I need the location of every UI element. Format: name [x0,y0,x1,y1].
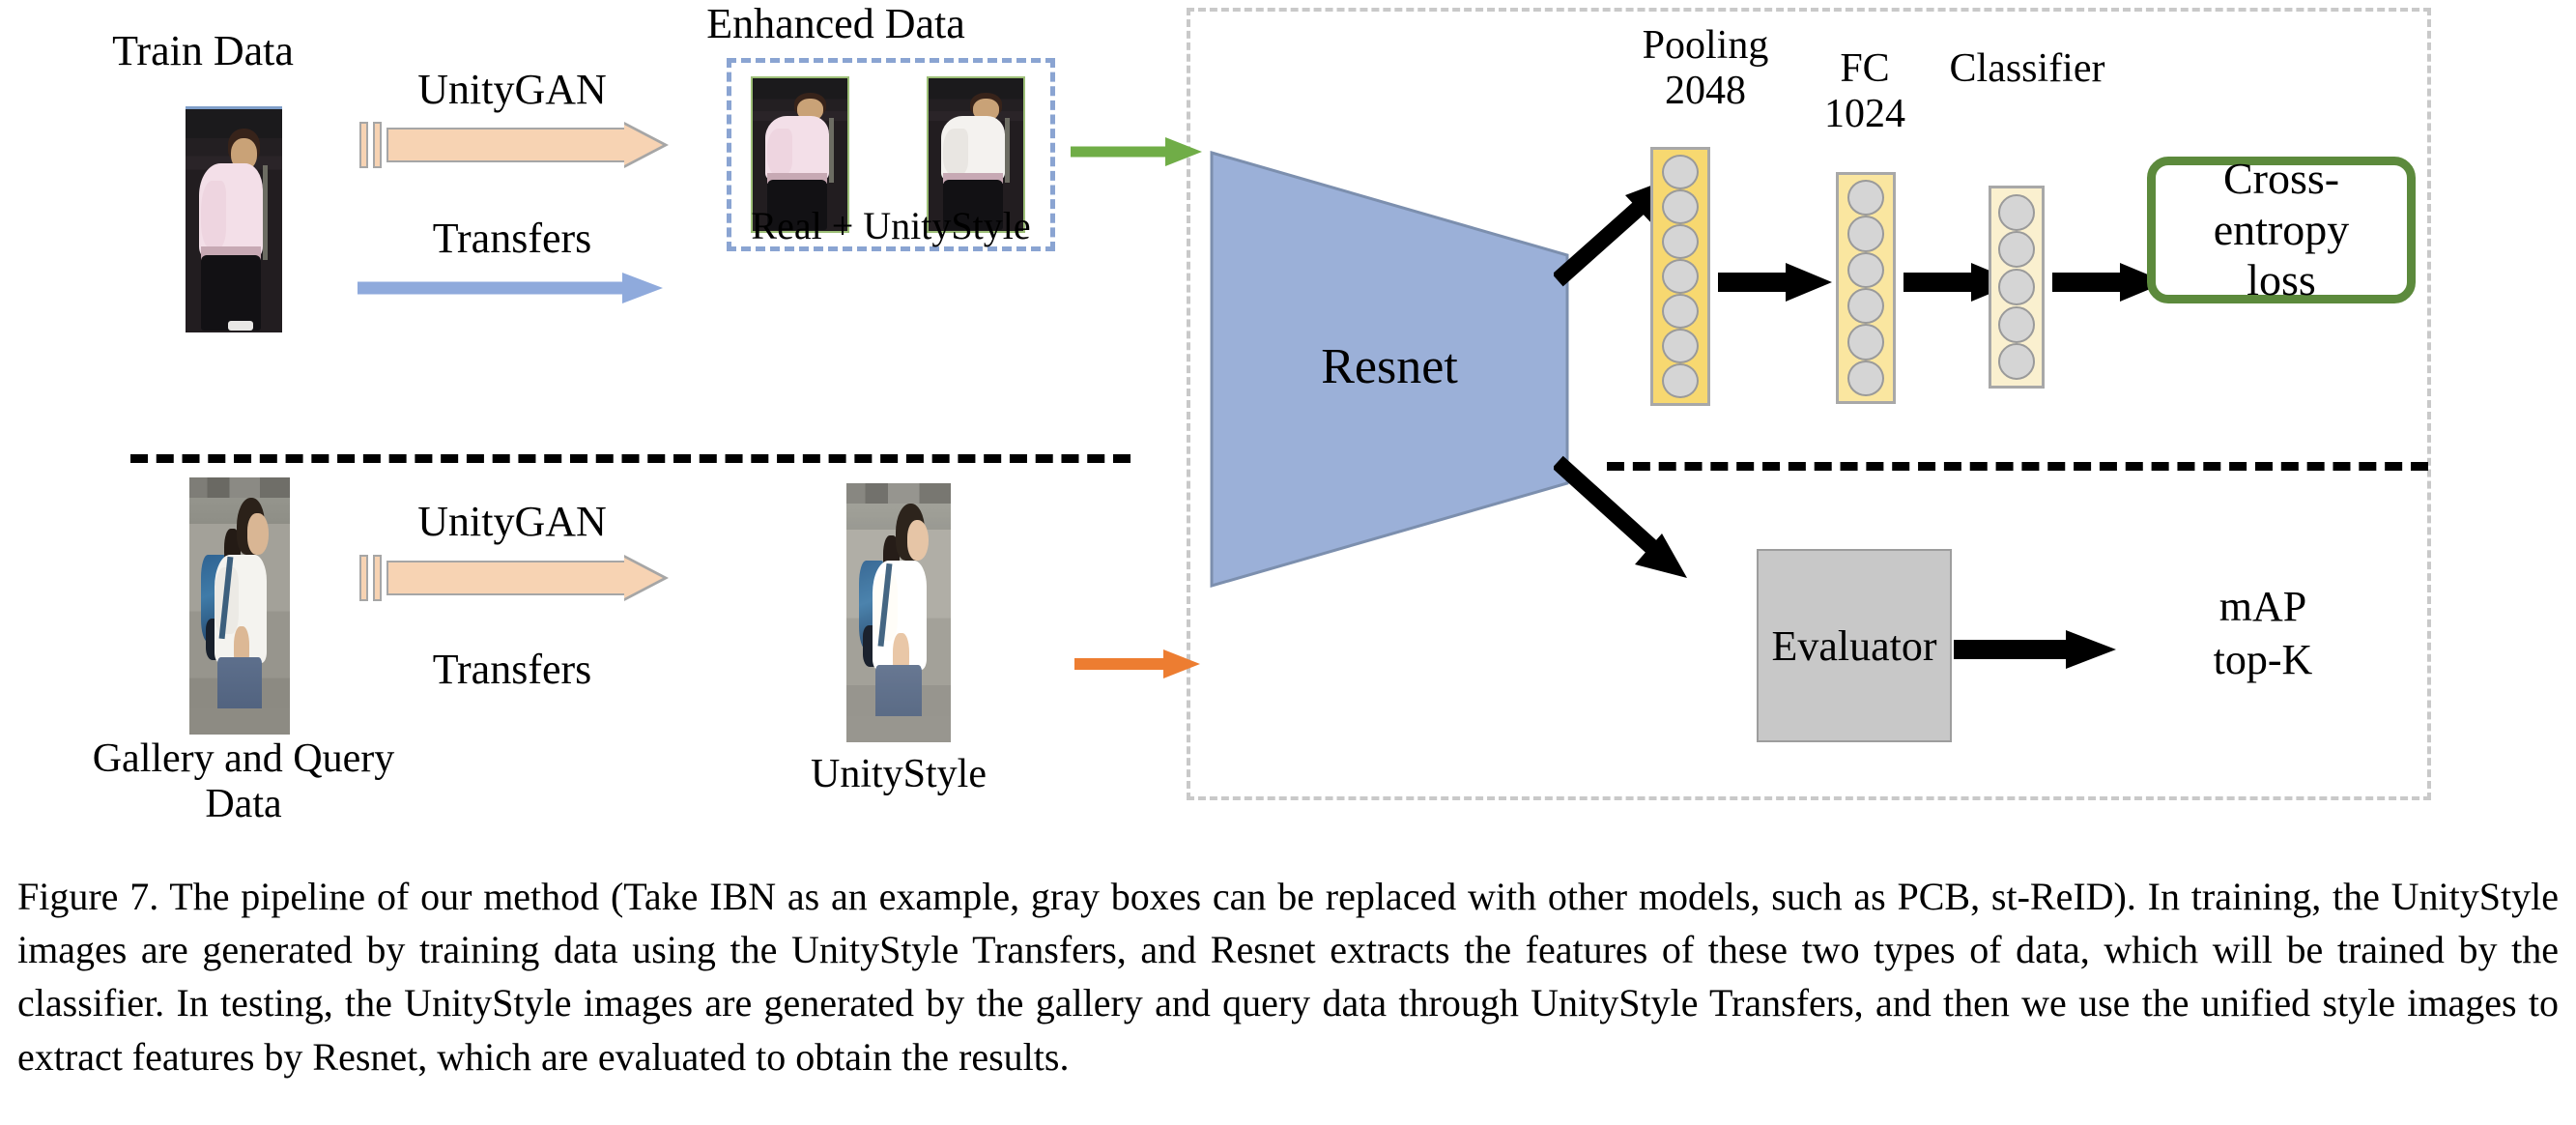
evaluator-to-metrics-arrow-icon [1954,630,2116,669]
figure-canvas: Train Data UnityGAN Transfers Enhanced D… [0,0,2576,1125]
pooling-layer-column [1650,147,1710,406]
evaluator-label: Evaluator [1771,621,1937,670]
train-data-image [186,106,282,332]
unitystyle-image [846,483,951,742]
test-unitygan-transfer-arrow-icon [359,555,669,601]
pooling-node [1662,155,1699,189]
classifier-layer-title: Classifier [1949,46,2105,91]
cross-entropy-loss-label: Cross-entropy loss [2213,154,2350,305]
train-transfer-top-label: UnityGAN [417,66,607,113]
fc-node [1847,324,1884,361]
classifier-node [1998,268,2035,305]
cross-entropy-loss-box: Cross-entropy loss [2147,154,2416,305]
fc-node [1847,251,1884,288]
pooling-node [1662,329,1699,363]
train-data-label: Train Data [112,27,294,74]
classifier-layer-column [1989,186,2045,389]
classifier-node [1998,231,2035,269]
pooling-to-fc-arrow-icon [1718,263,1832,302]
pooling-node [1662,189,1699,224]
test-transfer-bottom-label: Transfers [432,646,592,693]
test-transfer-top-label: UnityGAN [417,498,607,545]
fc-node [1847,287,1884,325]
classifier-node [1998,193,2035,231]
enhanced-data-label: Enhanced Data [706,0,965,47]
pooling-node [1662,363,1699,398]
evaluator-box: Evaluator [1757,549,1952,742]
train-transfer-bottom-label: Transfers [432,215,592,262]
resnet-block: Resnet [1206,147,1573,591]
figure-caption: Figure 7. The pipeline of our method (Ta… [17,875,2559,1079]
pooling-node [1662,294,1699,329]
resnet-label: Resnet [1321,339,1458,394]
gallery-query-image [189,477,290,735]
resnet-to-evaluator-arrow-icon [1554,455,1687,578]
gallery-query-data-label: Gallery and Query Data [92,736,395,827]
metrics-label: mAP top-K [2213,583,2313,683]
train-test-divider-left [130,454,1131,463]
unitystyle-label: UnityStyle [810,752,987,796]
fc-node [1847,180,1884,216]
train-test-divider-right [1607,462,2428,471]
unitystyle-to-resnet-arrow-icon [1074,649,1200,678]
fc-layer-column [1836,172,1896,404]
classifier-node [1998,343,2035,381]
train-unitygan-transfer-arrow-icon [359,122,669,168]
pooling-node [1662,224,1699,259]
enhanced-data-caption: Real + UnityStyle [751,204,1031,247]
fc-node [1847,216,1884,252]
classifier-node [1998,305,2035,343]
enhanced-to-resnet-arrow-icon [1071,137,1202,166]
train-to-enhanced-arrow-icon [358,273,663,303]
fc-node [1847,360,1884,396]
pooling-node [1662,259,1699,294]
